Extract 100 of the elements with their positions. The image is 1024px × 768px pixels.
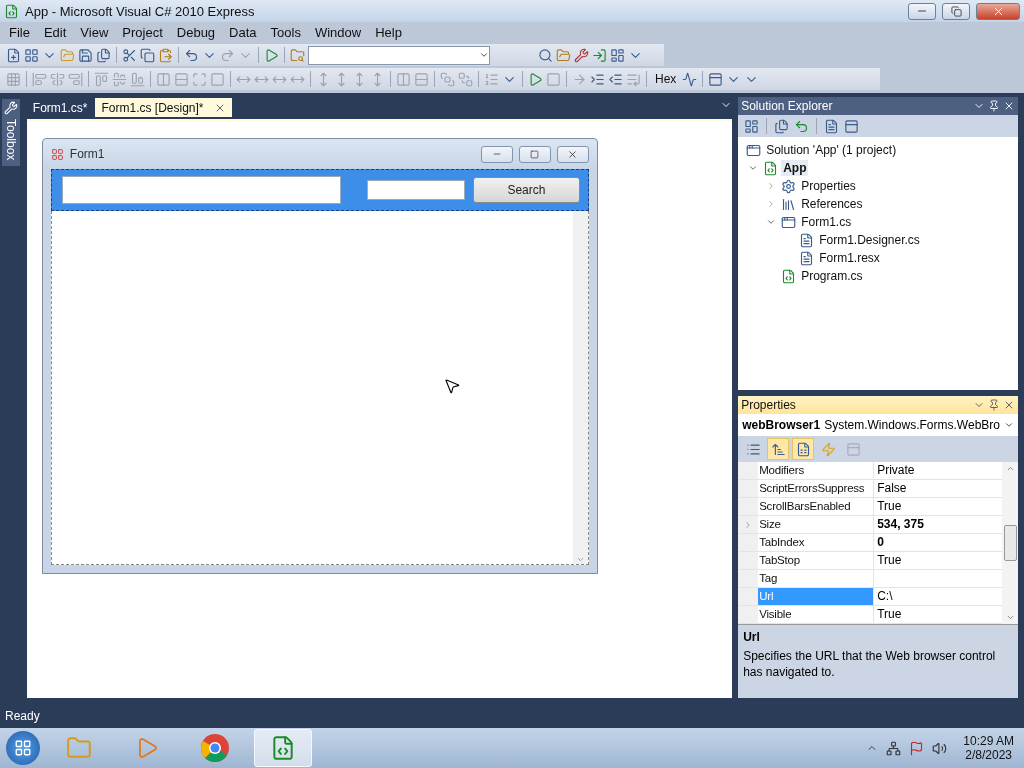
document-tab[interactable]: Form1.cs [Design]* <box>95 98 232 117</box>
property-name[interactable]: Tag <box>758 570 874 587</box>
tree-item[interactable]: Form1.Designer.cs <box>817 232 922 248</box>
clock-date[interactable]: 2/8/2023 <box>965 748 1012 762</box>
wrench-icon[interactable] <box>574 47 589 63</box>
property-value[interactable]: C:\ <box>873 588 1002 605</box>
align-center-icon[interactable] <box>50 71 65 87</box>
import-icon[interactable] <box>592 47 607 63</box>
property-value[interactable]: True <box>873 498 1002 515</box>
panel[interactable]: Search <box>50 169 589 211</box>
close-button[interactable] <box>976 2 1020 20</box>
windows-logo-icon[interactable] <box>14 739 32 757</box>
search-icon[interactable] <box>538 47 553 63</box>
grid-icon[interactable] <box>6 71 21 87</box>
align-middle-icon[interactable] <box>112 71 127 87</box>
minimize-button[interactable] <box>908 2 936 20</box>
align-right-icon[interactable] <box>68 71 83 87</box>
properties-icon[interactable] <box>744 118 760 134</box>
center-icon[interactable] <box>396 71 411 87</box>
tree-item[interactable]: Program.cs <box>799 268 865 284</box>
align-left-icon[interactable] <box>32 71 47 87</box>
flag-icon[interactable] <box>909 740 925 756</box>
align-top-icon[interactable] <box>94 71 109 87</box>
hex-button[interactable]: Hex <box>652 72 680 86</box>
property-name[interactable]: ScriptErrorsSuppress <box>758 480 874 497</box>
undo-icon[interactable] <box>184 47 199 63</box>
property-name[interactable]: Visible <box>758 606 874 623</box>
tree-item[interactable]: App <box>781 160 809 176</box>
paste-icon[interactable] <box>158 47 173 63</box>
new-file-icon[interactable] <box>6 47 21 63</box>
step-into-icon[interactable] <box>590 71 605 87</box>
menu-item[interactable]: Edit <box>36 24 74 40</box>
folder-icon[interactable] <box>556 47 571 63</box>
menu-item[interactable]: Window <box>307 24 369 40</box>
document-tab[interactable]: Form1.cs* <box>26 98 94 117</box>
menu-item[interactable]: Project <box>115 24 170 40</box>
same-height-icon[interactable] <box>174 71 189 87</box>
same-width-icon[interactable] <box>156 71 171 87</box>
property-name[interactable]: TabStop <box>758 552 874 569</box>
property-name[interactable]: Size <box>758 516 874 533</box>
object-selector[interactable]: webBrowser1 System.Windows.Forms.WebBro <box>738 414 1018 436</box>
property-value[interactable]: 0 <box>873 534 1002 551</box>
add-item-icon[interactable] <box>24 47 39 63</box>
property-value[interactable]: 534, 375 <box>873 516 1002 533</box>
restore-button[interactable] <box>942 2 970 20</box>
solution-configuration-combo[interactable] <box>308 45 490 65</box>
cut-icon[interactable] <box>122 47 137 63</box>
network-icon[interactable] <box>886 740 902 756</box>
scroll-thumb[interactable] <box>1003 525 1017 561</box>
minimize-button[interactable] <box>480 145 513 163</box>
show-all-files-icon[interactable] <box>774 118 790 134</box>
menu-item[interactable]: View <box>73 24 116 40</box>
refresh-icon[interactable] <box>794 118 810 134</box>
pin-icon[interactable] <box>988 100 1000 112</box>
tree-item[interactable]: Form1.cs <box>799 214 854 230</box>
toolbox-tab[interactable]: Toolbox <box>1 99 20 167</box>
save-icon[interactable] <box>78 47 93 63</box>
toolbox-label[interactable]: Toolbox <box>3 119 18 161</box>
menu-item[interactable]: Debug <box>169 24 223 40</box>
volume-icon[interactable] <box>932 740 948 756</box>
menu-item[interactable]: Tools <box>263 24 308 40</box>
menu-item[interactable]: Help <box>368 24 409 40</box>
property-value[interactable]: Private <box>873 462 1002 479</box>
maximize-icon[interactable] <box>530 149 540 159</box>
tree-item[interactable]: Properties <box>799 178 858 194</box>
property-value[interactable]: True <box>873 552 1002 569</box>
close-icon[interactable] <box>1003 399 1015 411</box>
property-name[interactable]: ScrollBarsEnabled <box>758 498 874 515</box>
scrollbar[interactable] <box>572 211 588 564</box>
property-value[interactable]: False <box>873 480 1002 497</box>
taskbar-button[interactable] <box>254 729 312 767</box>
bring-to-front-icon[interactable] <box>440 71 455 87</box>
run-icon[interactable] <box>264 47 279 63</box>
pin-icon[interactable] <box>988 399 1000 411</box>
caret-icon[interactable] <box>1004 420 1014 430</box>
scroll-down-icon[interactable] <box>575 555 585 564</box>
folder-icon[interactable] <box>66 735 92 761</box>
same-size-icon[interactable] <box>210 71 225 87</box>
restore-icon[interactable] <box>950 5 962 17</box>
scroll-up-icon[interactable] <box>1005 464 1015 473</box>
search-button[interactable]: Search <box>473 177 580 203</box>
caret-icon[interactable] <box>479 50 489 60</box>
view-code-icon[interactable] <box>824 118 840 134</box>
tab-order-icon[interactable] <box>484 71 499 87</box>
maximize-button[interactable] <box>518 145 551 163</box>
property-name[interactable]: Modifiers <box>758 462 874 479</box>
tree-item[interactable]: References <box>799 196 865 212</box>
step-over-icon[interactable] <box>608 71 623 87</box>
continue-icon[interactable] <box>528 71 543 87</box>
text-field[interactable] <box>367 180 465 200</box>
text-field[interactable] <box>61 176 342 204</box>
center-icon[interactable] <box>414 71 429 87</box>
send-to-back-icon[interactable] <box>458 71 473 87</box>
stop-icon[interactable] <box>546 71 561 87</box>
browser-logo-icon[interactable] <box>200 733 230 763</box>
property-name[interactable]: TabIndex <box>758 534 874 551</box>
start-button[interactable] <box>6 731 40 765</box>
tree-item[interactable]: Form1.resx <box>817 250 882 266</box>
close-icon[interactable] <box>1003 100 1015 112</box>
size-to-grid-icon[interactable] <box>192 71 207 87</box>
